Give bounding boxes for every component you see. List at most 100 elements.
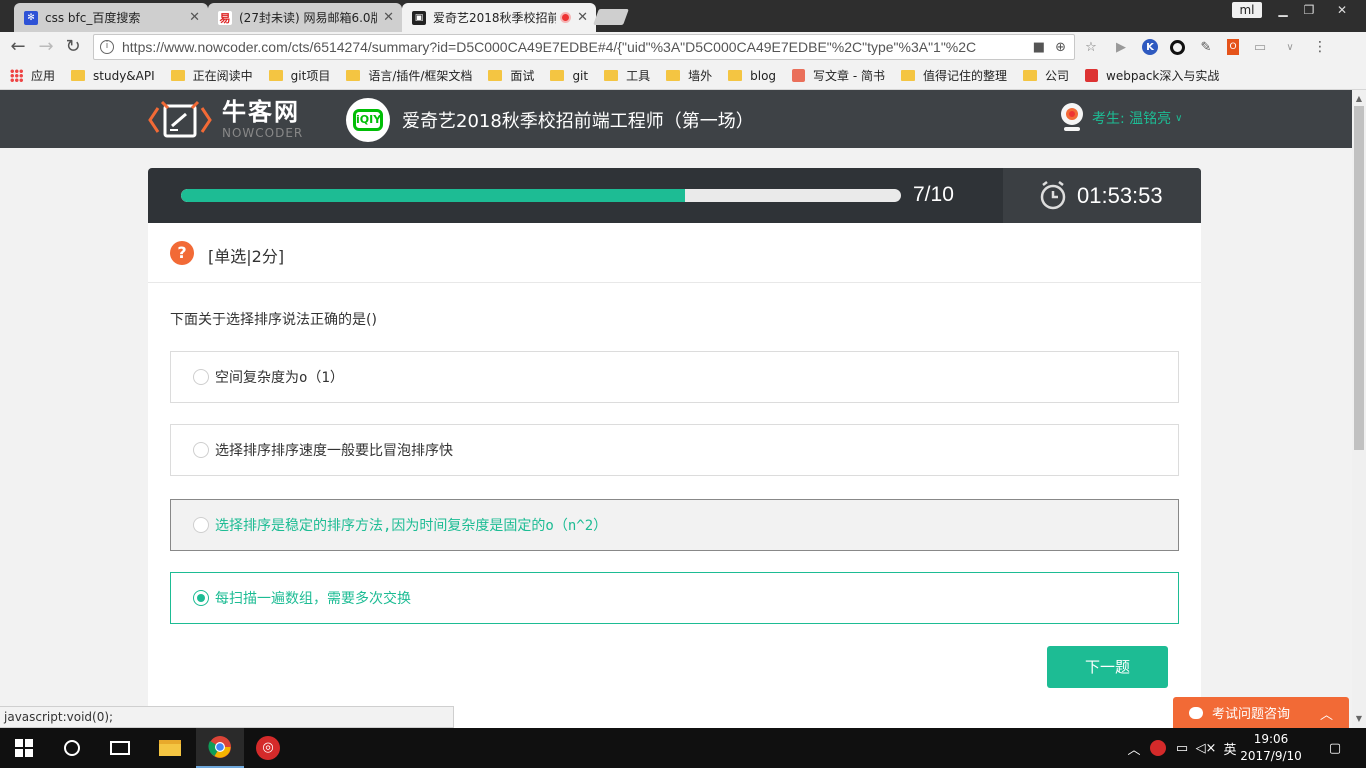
- bookmark-item[interactable]: 值得记住的整理: [901, 67, 1007, 84]
- folder-icon: [488, 70, 503, 81]
- bookmark-item[interactable]: blog: [728, 69, 776, 83]
- office-extension-icon[interactable]: O: [1227, 39, 1239, 55]
- notification-icon[interactable]: ▢: [1320, 728, 1350, 768]
- option-text: 选择排序排序速度一般要比冒泡排序快: [215, 443, 453, 459]
- chevron-down-icon[interactable]: ∨: [1281, 38, 1299, 56]
- reload-icon[interactable]: ↻: [63, 37, 83, 57]
- chevron-down-icon[interactable]: ∨: [1175, 113, 1182, 124]
- tab-title: (27封未读) 网易邮箱6.0版: [239, 11, 378, 25]
- browser-tab-active[interactable]: ▣ 爱奇艺2018秋季校招前端 ✕: [402, 3, 596, 32]
- bookmark-label: 工具: [626, 69, 651, 83]
- iqiyi-logo-icon: iQIY: [353, 109, 383, 131]
- minimize-icon[interactable]: ▁: [1270, 0, 1296, 20]
- bookmark-item[interactable]: git: [550, 69, 588, 83]
- bookmark-label: 公司: [1045, 69, 1070, 83]
- user-menu[interactable]: 考生: 温铭亮 ∨: [1058, 102, 1183, 134]
- bookmark-label: study&API: [93, 68, 155, 83]
- volume-icon[interactable]: ◁×: [1196, 728, 1217, 768]
- answer-option[interactable]: 每扫描一遍数组，需要多次交换: [170, 572, 1179, 624]
- tab-title: css bfc_百度搜索: [45, 11, 141, 25]
- chrome-taskbar-icon[interactable]: [196, 728, 244, 768]
- page-scrollbar[interactable]: ▲ ▼: [1352, 90, 1366, 728]
- browser-tab[interactable]: ✻ css bfc_百度搜索 ✕: [14, 3, 208, 32]
- close-tab-icon[interactable]: ✕: [189, 10, 200, 25]
- restore-icon[interactable]: ❐: [1296, 0, 1322, 20]
- bookmark-item[interactable]: webpack深入与实战: [1085, 67, 1219, 84]
- scroll-up-arrow-icon[interactable]: ▲: [1354, 94, 1364, 103]
- exam-title: 爱奇艺2018秋季校招前端工程师（第一场）: [402, 111, 754, 132]
- timer-panel: 01:53:53: [1003, 168, 1201, 223]
- radio-button[interactable]: [193, 369, 209, 385]
- scrollbar-thumb[interactable]: [1354, 106, 1364, 450]
- folder-icon: [346, 70, 361, 81]
- close-tab-icon[interactable]: ✕: [383, 10, 394, 25]
- bookmark-item[interactable]: 面试: [488, 67, 534, 84]
- network-icon[interactable]: ▭: [1172, 728, 1192, 768]
- exam-consult-button[interactable]: 考试问题咨询 ︿: [1173, 697, 1349, 728]
- play-extension-icon[interactable]: ▶: [1112, 38, 1130, 56]
- answer-option[interactable]: 选择排序排序速度一般要比冒泡排序快: [170, 424, 1179, 476]
- option-text: 选择排序是稳定的排序方法,因为时间复杂度是固定的o（n^2）: [215, 518, 608, 534]
- back-arrow-icon[interactable]: ←: [8, 37, 28, 57]
- address-bar[interactable]: i https://www.nowcoder.com/cts/6514274/s…: [93, 34, 1075, 60]
- folder-icon: [71, 70, 86, 81]
- bookmark-item[interactable]: 工具: [604, 67, 650, 84]
- radio-button[interactable]: [193, 517, 209, 533]
- system-clock[interactable]: 19:06 2017/9/10: [1236, 731, 1306, 765]
- progress-count: 7/10: [913, 183, 954, 206]
- profile-button[interactable]: ml: [1232, 2, 1262, 18]
- answer-option[interactable]: 空间复杂度为o（1）: [170, 351, 1179, 403]
- bookmark-star-icon[interactable]: ☆: [1082, 38, 1100, 56]
- zoom-icon[interactable]: ⊕: [1055, 40, 1066, 55]
- bookmark-item[interactable]: 正在阅读中: [170, 67, 253, 84]
- k-extension-icon[interactable]: K: [1142, 39, 1158, 55]
- task-view-icon[interactable]: [96, 728, 144, 768]
- menu-extension-icon[interactable]: ▭: [1251, 38, 1269, 56]
- scroll-down-arrow-icon[interactable]: ▼: [1354, 714, 1364, 723]
- bookmark-item[interactable]: 写文章 - 简书: [792, 67, 885, 84]
- apps-icon: [10, 69, 23, 82]
- file-explorer-icon[interactable]: [146, 728, 194, 768]
- answer-option[interactable]: 选择排序是稳定的排序方法,因为时间复杂度是固定的o（n^2）: [170, 499, 1179, 551]
- question-text: 下面关于选择排序说法正确的是(): [170, 312, 377, 328]
- question-card: ? [单选|2分] 下面关于选择排序说法正确的是() 空间复杂度为o（1） 选择…: [148, 223, 1201, 728]
- folder-icon: [550, 70, 565, 81]
- radio-button[interactable]: [193, 442, 209, 458]
- nowcoder-logo[interactable]: 牛客网 NOWCODER: [148, 96, 303, 142]
- tray-expand-icon[interactable]: ︿: [1124, 728, 1144, 768]
- chevron-up-icon[interactable]: ︿: [1320, 704, 1333, 723]
- new-tab-button[interactable]: [593, 9, 629, 25]
- bookmark-item[interactable]: 公司: [1023, 67, 1069, 84]
- browser-tab[interactable]: 易 (27封未读) 网易邮箱6.0版 ✕: [208, 3, 402, 32]
- camera-icon[interactable]: ■: [1033, 40, 1045, 55]
- radio-button[interactable]: [193, 590, 209, 606]
- forward-arrow-icon[interactable]: →: [36, 37, 56, 57]
- close-tab-icon[interactable]: ✕: [577, 10, 588, 25]
- netease-music-icon[interactable]: ◎: [244, 728, 292, 768]
- extension-icons: ☆ ▶ K ✎ O ▭ ∨ ⋮: [1082, 38, 1329, 56]
- close-window-icon[interactable]: ✕: [1322, 0, 1362, 20]
- bookmark-label: 面试: [510, 69, 535, 83]
- bookmark-item[interactable]: study&API: [71, 69, 155, 83]
- folder-icon: [268, 70, 283, 81]
- bookmark-item[interactable]: 应用: [10, 67, 55, 84]
- bookmark-item[interactable]: 墙外: [666, 67, 712, 84]
- folder-icon: [604, 70, 619, 81]
- pen-extension-icon[interactable]: ✎: [1197, 38, 1215, 56]
- chrome-menu-icon[interactable]: ⋮: [1311, 38, 1329, 56]
- search-circle-icon[interactable]: [48, 728, 96, 768]
- info-icon[interactable]: i: [100, 40, 114, 54]
- user-name[interactable]: 考生: 温铭亮: [1092, 108, 1171, 128]
- question-header: ? [单选|2分]: [148, 223, 1201, 283]
- webpack-icon: [1085, 69, 1099, 82]
- windows-taskbar: ◎ ︿ ▭ ◁× 英 19:06 2017/9/10 ▢: [0, 728, 1366, 768]
- circle-extension-icon[interactable]: [1170, 39, 1185, 55]
- netease-tray-icon[interactable]: [1148, 728, 1168, 768]
- url-text[interactable]: https://www.nowcoder.com/cts/6514274/sum…: [122, 39, 1033, 55]
- next-question-button[interactable]: 下一题: [1047, 646, 1168, 688]
- windows-start-icon[interactable]: [0, 728, 48, 768]
- question-mark-icon: ?: [170, 241, 194, 265]
- bookmark-item[interactable]: git项目: [268, 67, 330, 84]
- clock-date: 2017/9/10: [1240, 749, 1302, 763]
- bookmark-item[interactable]: 语言/插件/框架文档: [346, 67, 472, 84]
